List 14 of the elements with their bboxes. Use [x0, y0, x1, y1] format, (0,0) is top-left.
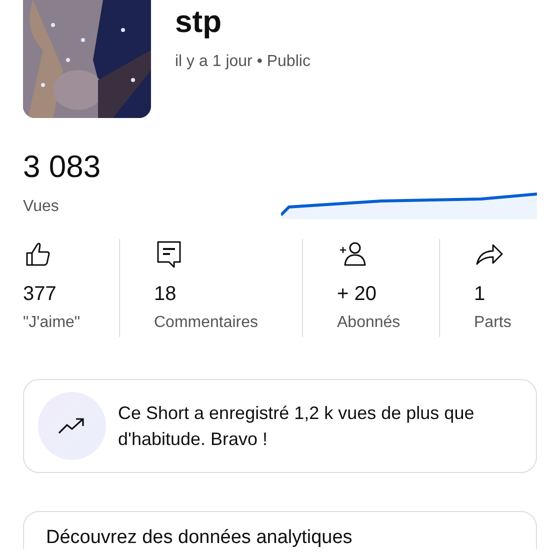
stat-value: 18 [154, 283, 176, 305]
stat-label: "J'aime" [23, 313, 80, 333]
views-count: 3 083 [23, 151, 101, 182]
views-label: Vues [23, 197, 60, 217]
stat-label: Commentaires [154, 313, 258, 333]
stat-label: Abonnés [337, 313, 400, 333]
stat-label: Parts [474, 313, 512, 333]
insight-text: Ce Short a enregistré 1,2 k vues de plus que d'habitude. Bravo ! [118, 402, 476, 451]
video-meta: il y a 1 jour • Public [175, 52, 310, 72]
stat-value: 1 [474, 283, 486, 305]
stat-value: 377 [23, 283, 56, 305]
promo-title: Découvrez des données analytiques [46, 528, 354, 549]
video-title: stp [175, 6, 222, 37]
stat-value: + 20 [337, 283, 376, 305]
